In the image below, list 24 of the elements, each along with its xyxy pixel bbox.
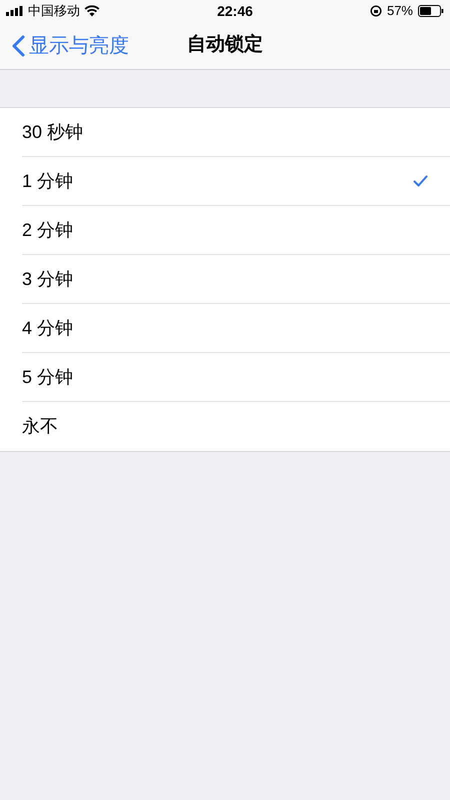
- option-row[interactable]: 1 分钟: [22, 157, 450, 206]
- option-row[interactable]: 4 分钟: [22, 304, 450, 353]
- option-row[interactable]: 3 分钟: [22, 255, 450, 304]
- option-row[interactable]: 30 秒钟: [22, 108, 450, 157]
- rotation-lock-icon: [370, 5, 382, 17]
- battery-percent: 57%: [386, 2, 413, 20]
- option-label: 2 分钟: [22, 218, 74, 242]
- option-label: 30 秒钟: [22, 120, 84, 144]
- option-label: 4 分钟: [22, 316, 74, 340]
- back-button[interactable]: 显示与亮度: [0, 30, 129, 60]
- option-label: 3 分钟: [22, 268, 74, 290]
- battery-icon: [418, 5, 444, 17]
- option-row[interactable]: 5 分钟: [22, 353, 450, 402]
- chevron-left-icon: [12, 34, 25, 56]
- option-label: 永不: [22, 415, 58, 438]
- page-title: 自动锁定: [187, 32, 263, 58]
- wifi-icon: [84, 5, 100, 17]
- option-label: 1 分钟: [22, 170, 74, 192]
- signal-icon: [6, 6, 24, 16]
- status-time: 22:46: [217, 2, 253, 20]
- option-label: 5 分钟: [22, 366, 74, 388]
- carrier-name: 中国移动: [28, 2, 80, 20]
- option-row[interactable]: 2 分钟: [22, 206, 450, 255]
- option-row[interactable]: 永不: [22, 402, 450, 451]
